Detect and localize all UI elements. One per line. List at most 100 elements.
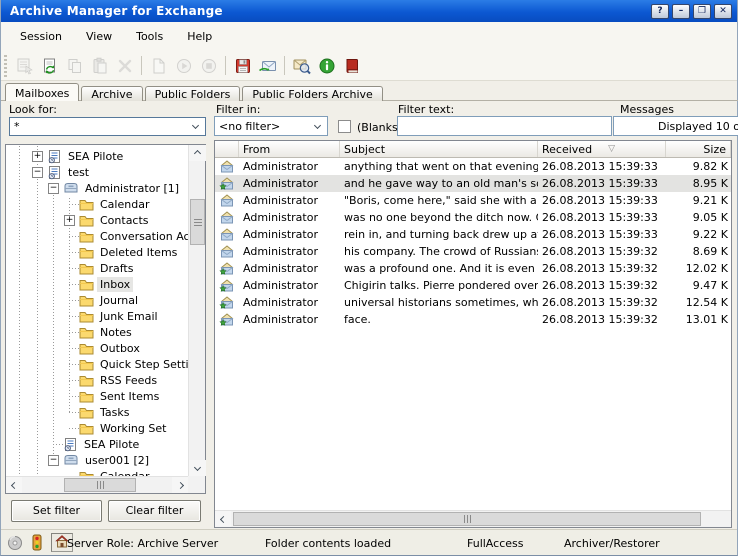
message-row[interactable]: Administratoranything that went on that …: [215, 158, 731, 175]
tree-item-label: Drafts: [97, 261, 136, 276]
chevron-left-icon: [219, 515, 226, 522]
column-header-from[interactable]: From: [239, 141, 340, 157]
info-button[interactable]: [314, 54, 339, 78]
minimize-button[interactable]: –: [672, 4, 690, 19]
menu-help[interactable]: Help: [175, 26, 224, 47]
message-row[interactable]: Administratoruniversal historians someti…: [215, 294, 731, 311]
tree-item[interactable]: − test: [6, 164, 188, 180]
menu-tools[interactable]: Tools: [124, 26, 175, 47]
copy-button: [62, 54, 87, 78]
tree-item[interactable]: Working Set: [6, 420, 188, 436]
message-subject: his company. The crowd of Russians ...: [340, 245, 538, 258]
log-button[interactable]: [339, 54, 364, 78]
tree-item[interactable]: Quick Step Settin: [6, 356, 188, 372]
column-header-received[interactable]: Received▽: [538, 141, 666, 157]
search-button[interactable]: [289, 54, 314, 78]
tree-item[interactable]: Notes: [6, 324, 188, 340]
mail-open-icon: [219, 160, 235, 173]
scroll-left-button[interactable]: [6, 477, 22, 493]
message-row[interactable]: Administratorrein in, and turning back d…: [215, 226, 731, 243]
filter-in-combobox[interactable]: <no filter>: [214, 116, 328, 136]
tab-public-folders-archive[interactable]: Public Folders Archive: [242, 86, 382, 101]
blanks-checkbox[interactable]: [338, 120, 351, 133]
message-row[interactable]: Administratorand he gave way to an old m…: [215, 175, 731, 192]
tree-vertical-scrollbar[interactable]: [188, 145, 205, 476]
message-icon-cell: [215, 296, 239, 309]
collapse-icon[interactable]: −: [48, 455, 59, 466]
expand-icon[interactable]: +: [32, 151, 43, 162]
toolbar-separator: [284, 56, 285, 75]
tree-item[interactable]: Junk Email: [6, 308, 188, 324]
column-header-subject[interactable]: Subject: [340, 141, 538, 157]
message-row[interactable]: Administrator"Boris, come here," said sh…: [215, 192, 731, 209]
menu-view[interactable]: View: [74, 26, 124, 47]
menu-session[interactable]: Session: [8, 26, 74, 47]
tree-item-label: Deleted Items: [97, 245, 180, 260]
message-size: 9.47 K: [666, 279, 731, 292]
message-from: Administrator: [239, 245, 340, 258]
server-icon: [47, 149, 62, 164]
scroll-up-button[interactable]: [189, 145, 206, 161]
refresh-button[interactable]: [37, 54, 62, 78]
tree-item[interactable]: SEA Pilote: [6, 436, 188, 452]
message-row[interactable]: Administratorhis company. The crowd of R…: [215, 243, 731, 260]
tree-item[interactable]: Calendar: [6, 196, 188, 212]
column-header-size[interactable]: Size: [666, 141, 731, 157]
message-size: 12.54 K: [666, 296, 731, 309]
tree-item[interactable]: Inbox: [6, 276, 188, 292]
collapse-icon[interactable]: −: [32, 167, 43, 178]
scroll-right-button[interactable]: [172, 477, 188, 493]
toolbar-grip[interactable]: [4, 55, 7, 77]
close-button[interactable]: ✕: [714, 4, 732, 19]
tree-item[interactable]: +Contacts: [6, 212, 188, 228]
tree-item[interactable]: +SEA Pilote: [6, 148, 188, 164]
folder-icon: [79, 198, 94, 211]
list-hscroll-thumb[interactable]: [233, 512, 701, 526]
expand-icon[interactable]: +: [64, 215, 75, 226]
message-row[interactable]: AdministratorChigirin talks. Pierre pond…: [215, 277, 731, 294]
send-mail-button[interactable]: [255, 54, 280, 78]
tree-item[interactable]: Conversation Act: [6, 228, 188, 244]
column-header-icon[interactable]: [215, 141, 239, 157]
folder-icon: [79, 390, 94, 403]
tree-item[interactable]: −user001 [2]: [6, 452, 188, 468]
tree-item-label: test: [65, 165, 92, 180]
message-row[interactable]: Administratorwas no one beyond the ditch…: [215, 209, 731, 226]
folder-icon: [79, 342, 94, 355]
tree-item[interactable]: RSS Feeds: [6, 372, 188, 388]
clear-filter-button[interactable]: Clear filter: [108, 500, 201, 522]
tree-item[interactable]: Sent Items: [6, 388, 188, 404]
maximize-button[interactable]: ❐: [693, 4, 711, 19]
folder-icon: [79, 214, 94, 227]
message-row[interactable]: Administratorwas a profound one. And it …: [215, 260, 731, 277]
scroll-down-button[interactable]: [189, 460, 206, 476]
collapse-icon[interactable]: −: [48, 183, 59, 194]
tree-item[interactable]: Outbox: [6, 340, 188, 356]
tree-horizontal-scrollbar[interactable]: [6, 476, 188, 493]
tree-connector: [48, 436, 63, 452]
tree-item[interactable]: Drafts: [6, 260, 188, 276]
chevron-down-icon: [194, 463, 201, 470]
tree-item[interactable]: Journal: [6, 292, 188, 308]
messages-count-value: Displayed 10 o: [658, 120, 738, 133]
tree-item[interactable]: Tasks: [6, 404, 188, 420]
look-for-combobox[interactable]: *: [9, 117, 206, 136]
scroll-left-button[interactable]: [215, 511, 231, 527]
tree-vscroll-thumb[interactable]: [190, 199, 205, 245]
message-size: 9.82 K: [666, 160, 731, 173]
list-horizontal-scrollbar[interactable]: [215, 510, 731, 527]
menubar: SessionViewToolsHelp: [1, 22, 737, 51]
tree-item[interactable]: −Administrator [1]: [6, 180, 188, 196]
help-button[interactable]: ?: [651, 4, 669, 19]
filter-text-input[interactable]: [397, 116, 612, 136]
tree-hscroll-thumb[interactable]: [64, 478, 136, 492]
tree-item[interactable]: Deleted Items: [6, 244, 188, 260]
tab-public-folders[interactable]: Public Folders: [145, 86, 241, 101]
message-row[interactable]: Administratorface.26.08.2013 15:39:3213.…: [215, 311, 731, 328]
set-filter-button[interactable]: Set filter: [11, 500, 102, 522]
save-button[interactable]: [230, 54, 255, 78]
refresh-icon: [41, 57, 59, 75]
message-icon-cell: [215, 228, 239, 241]
tab-mailboxes[interactable]: Mailboxes: [5, 83, 79, 101]
tab-archive[interactable]: Archive: [81, 86, 142, 101]
